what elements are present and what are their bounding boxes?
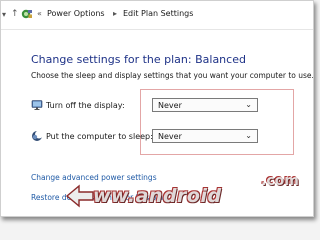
turn-off-display-label: Turn off the display: [46, 101, 125, 110]
arrow-icon [65, 184, 94, 208]
turn-off-display-select[interactable]: Never ⌄ [152, 98, 258, 112]
turn-off-display-value: Never [158, 101, 182, 110]
watermark-text: ww.android [93, 185, 222, 207]
breadcrumb-overflow[interactable]: « [37, 9, 42, 18]
monitor-icon [31, 100, 43, 110]
page-title: Change settings for the plan: Balanced [31, 53, 246, 66]
breadcrumb-edit-plan-settings[interactable]: Edit Plan Settings [123, 9, 193, 18]
address-bar[interactable]: ▾ ↑ « Power Options ▸ Edit Plan Settings [1, 1, 313, 30]
up-arrow-icon[interactable]: ↑ [11, 9, 19, 19]
recent-locations-icon[interactable]: ▾ [2, 10, 6, 19]
watermark-suffix: .com [261, 173, 299, 189]
put-to-sleep-value: Never [158, 132, 182, 141]
chevron-down-icon: ⌄ [245, 131, 252, 140]
page: ▾ ↑ « Power Options ▸ Edit Plan Settings… [0, 0, 320, 225]
moon-sleep-icon [32, 130, 43, 141]
control-panel-icon [21, 9, 32, 19]
breadcrumb-separator-icon[interactable]: ▸ [113, 9, 117, 18]
breadcrumb-power-options[interactable]: Power Options [47, 9, 105, 18]
put-to-sleep-label: Put the computer to sleep: [46, 132, 153, 141]
chevron-down-icon: ⌄ [245, 100, 252, 109]
page-description: Choose the sleep and display settings th… [31, 71, 314, 80]
put-to-sleep-select[interactable]: Never ⌄ [152, 129, 258, 143]
control-panel-window: ▾ ↑ « Power Options ▸ Edit Plan Settings… [0, 0, 314, 217]
watermark: ww.android .com [65, 173, 313, 216]
